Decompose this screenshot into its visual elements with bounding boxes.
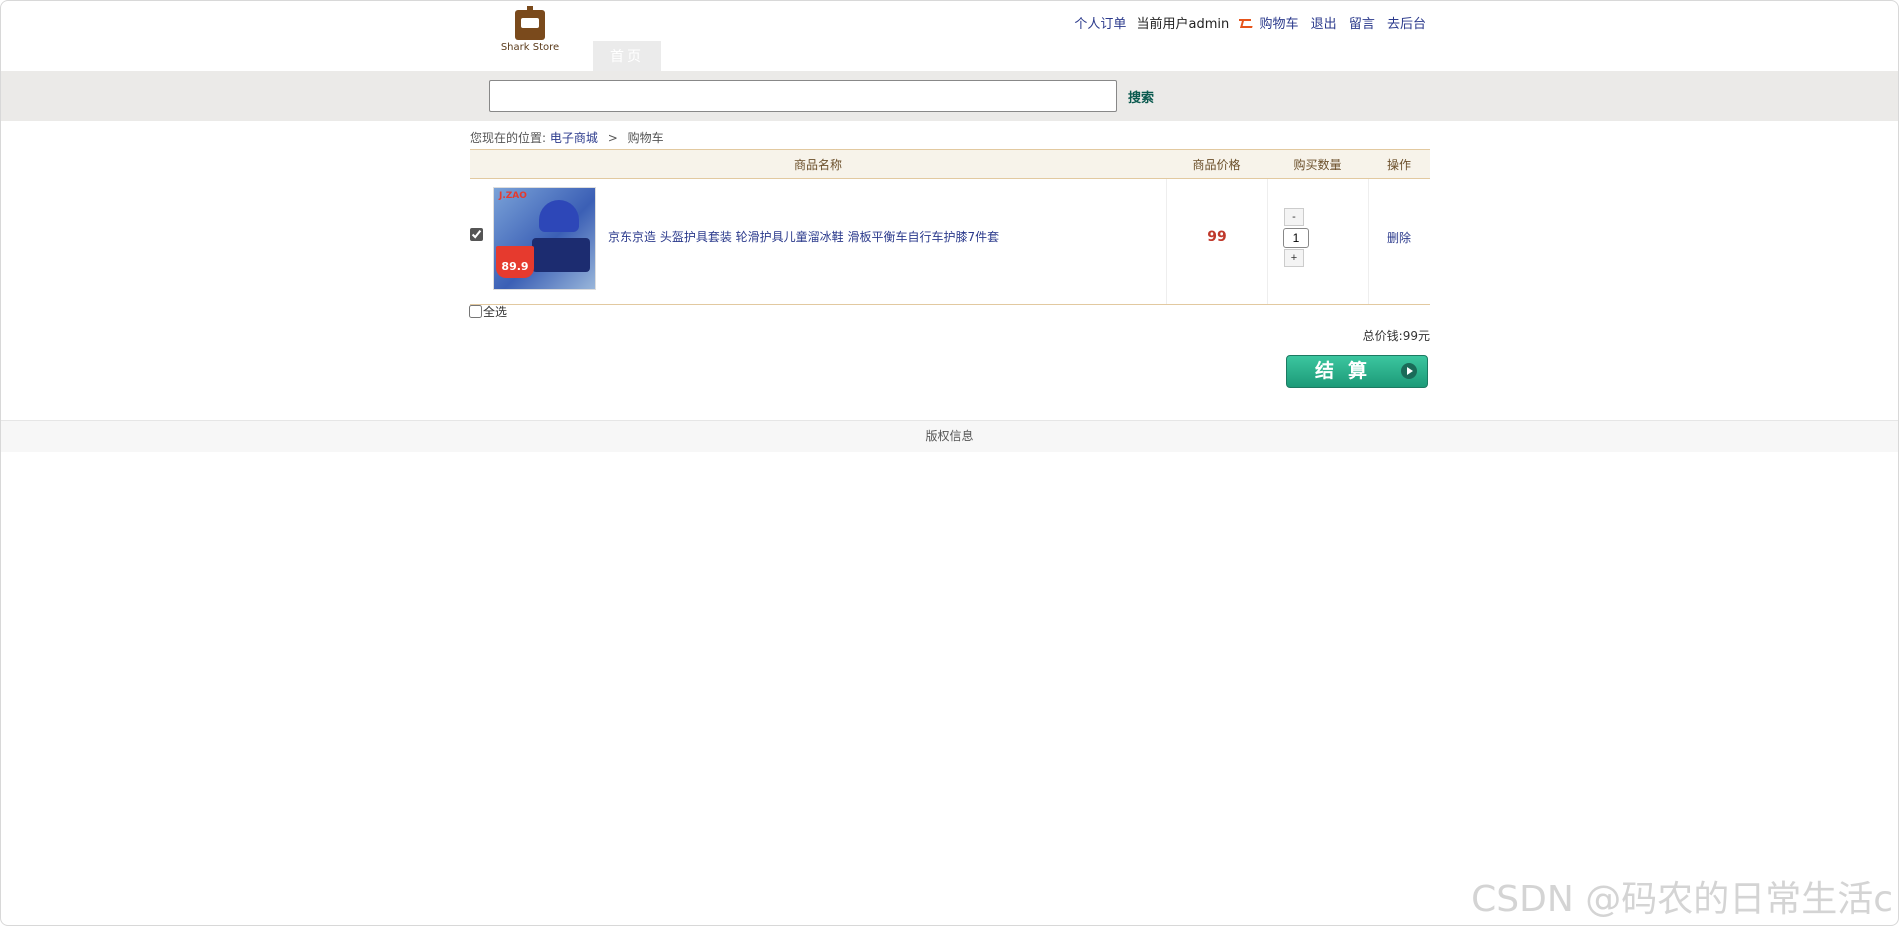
logo[interactable]: Shark Store — [500, 6, 560, 58]
logout-link[interactable]: 退出 — [1311, 17, 1337, 32]
thumbnail-brand: J.ZAO — [499, 191, 527, 201]
footer: 版权信息 — [1, 420, 1898, 452]
pads-graphic — [532, 238, 590, 272]
helmet-graphic — [539, 200, 579, 232]
breadcrumb-current: 购物车 — [627, 131, 664, 145]
table-header-row: 商品名称 商品价格 购买数量 操作 — [470, 149, 1430, 179]
col-name-header: 商品名称 — [470, 149, 1166, 179]
thumbnail-price: 89.9 — [501, 260, 529, 273]
shop-icon — [515, 6, 545, 40]
watermark: CSDN @码农的日常生活c — [1471, 879, 1893, 920]
cart-table: 商品名称 商品价格 购买数量 操作 — [470, 149, 1430, 305]
message-link[interactable]: 留言 — [1349, 17, 1375, 32]
search-button[interactable]: 搜索 — [1128, 87, 1154, 106]
delete-link[interactable]: 删除 — [1387, 229, 1411, 246]
breadcrumb-home-link[interactable]: 电子商城 — [550, 131, 598, 145]
qty-increase-button[interactable]: + — [1284, 249, 1304, 267]
cart-icon — [1239, 19, 1253, 29]
select-all-checkbox[interactable] — [469, 305, 482, 318]
product-price: 99 — [1207, 229, 1227, 245]
breadcrumb-separator: > — [607, 131, 618, 145]
tab-home[interactable]: 首页 — [593, 41, 661, 71]
cart-link[interactable]: 购物车 — [1260, 17, 1299, 32]
play-arrow-icon — [1401, 363, 1417, 379]
checkout-button[interactable]: 结算 — [1286, 355, 1428, 388]
top-links: 个人订单 当前用户admin 购物车 退出 留言 去后台 — [1066, 13, 1426, 32]
thumbnail-price-tag: 89.9 — [496, 246, 534, 278]
orders-link[interactable]: 个人订单 — [1074, 17, 1126, 32]
col-action-header: 操作 — [1368, 149, 1430, 179]
window-frame — [0, 0, 1899, 926]
qty-decrease-button[interactable]: - — [1284, 208, 1304, 226]
admin-link[interactable]: 去后台 — [1387, 17, 1426, 32]
product-thumbnail[interactable]: J.ZAO 89.9 — [493, 187, 596, 290]
total-price: 总价钱:99元 — [1362, 329, 1430, 343]
col-price-header: 商品价格 — [1166, 149, 1267, 179]
breadcrumb: 您现在的位置: 电子商城 > 购物车 — [470, 129, 664, 146]
select-all[interactable]: 全选 — [469, 303, 507, 320]
logo-text: Shark Store — [500, 42, 560, 53]
current-user: 当前用户admin — [1136, 17, 1230, 32]
product-name-link[interactable]: 京东京造 头盔护具套装 轮滑护具儿童溜冰鞋 滑板平衡车自行车护膝7件套 — [608, 228, 999, 245]
search-input[interactable] — [489, 80, 1117, 112]
row-checkbox[interactable] — [470, 228, 483, 241]
col-qty-header: 购买数量 — [1267, 149, 1368, 179]
select-all-label: 全选 — [483, 305, 508, 319]
breadcrumb-prefix: 您现在的位置: — [470, 131, 547, 145]
qty-input[interactable] — [1283, 228, 1309, 248]
checkout-label: 结算 — [1315, 361, 1382, 382]
